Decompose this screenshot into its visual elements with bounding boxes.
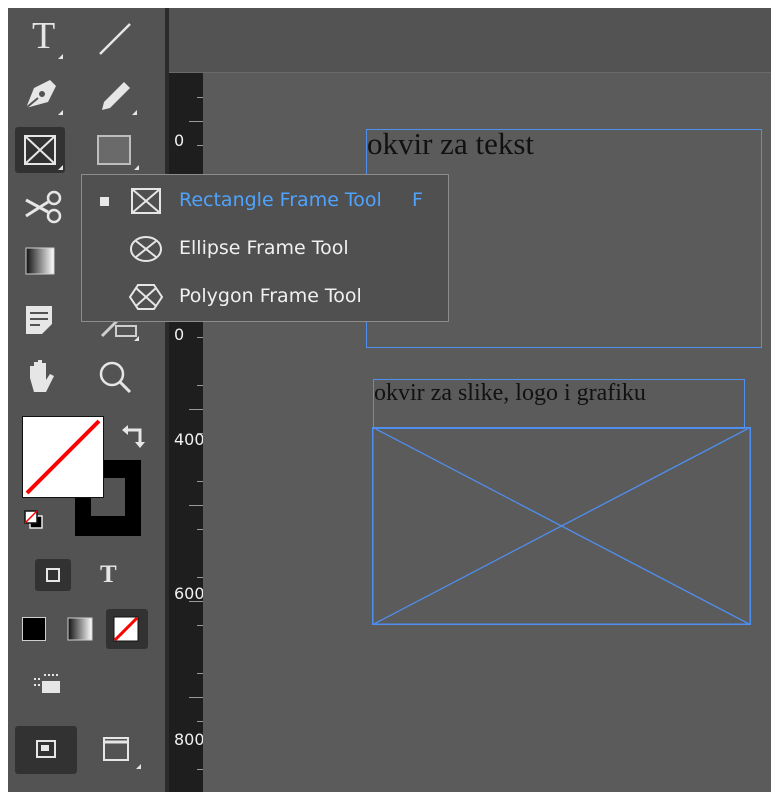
- flyout-item-polygon-frame[interactable]: Polygon Frame Tool: [82, 275, 448, 319]
- submenu-corner-icon: [136, 764, 141, 769]
- zoom-tool-button[interactable]: [92, 354, 142, 400]
- flyout-item-label: Ellipse Frame Tool: [179, 237, 349, 259]
- line-icon: [99, 23, 131, 55]
- ruler-label: 0: [174, 131, 185, 150]
- flyout-item-ellipse-frame[interactable]: Ellipse Frame Tool: [82, 227, 448, 271]
- note-tool-button[interactable]: [18, 298, 68, 344]
- polygon-frame-icon: [128, 284, 164, 310]
- submenu-corner-icon: [134, 336, 139, 341]
- caption-text-frame[interactable]: okvir za slike, logo i grafiku: [373, 379, 745, 429]
- normal-mode-button[interactable]: [32, 671, 64, 699]
- line-tool-button[interactable]: [92, 14, 142, 60]
- flyout-item-shortcut: F: [412, 189, 423, 211]
- ruler-label: 0: [174, 325, 185, 344]
- ruler-label: 600: [174, 584, 205, 603]
- note-icon: [26, 306, 52, 334]
- none-swatch-icon: [113, 616, 139, 642]
- frame-tool-flyout: Rectangle Frame Tool F Ellipse Frame Too…: [81, 174, 449, 322]
- submenu-corner-icon: [58, 165, 63, 170]
- tools-panel: T T: [8, 8, 165, 792]
- type-icon: T: [32, 15, 56, 57]
- hand-icon: [30, 360, 54, 392]
- gradient-tool-button[interactable]: [18, 238, 68, 284]
- graphics-frame[interactable]: [371, 426, 752, 626]
- type-tool-button[interactable]: T: [18, 14, 68, 60]
- empty-graphic-frame-icon: [371, 426, 752, 626]
- swap-arrow-icon: [122, 425, 145, 448]
- submenu-corner-icon: [134, 165, 139, 170]
- apply-color-button[interactable]: [22, 617, 46, 641]
- scissors-tool-button[interactable]: [18, 184, 68, 230]
- flyout-item-label: Rectangle Frame Tool: [179, 189, 382, 211]
- formatting-container-button[interactable]: [35, 559, 71, 591]
- container-icon: [46, 568, 60, 582]
- format-text-icon: T: [100, 561, 117, 588]
- screen-mode-icon: [34, 674, 60, 693]
- apply-gradient-button[interactable]: [67, 617, 93, 641]
- default-fill-stroke-button[interactable]: [22, 508, 46, 532]
- preview-icon: [36, 740, 56, 758]
- indesign-window: T T 0 0 400 600 800 okvir za tekst okvir…: [8, 8, 771, 792]
- rectangle-frame-icon: [131, 188, 161, 214]
- caption-text-content: okvir za slike, logo i grafiku: [374, 380, 646, 406]
- hand-tool-button[interactable]: [18, 354, 68, 400]
- default-colors-icon: [24, 510, 43, 529]
- pencil-tool-button[interactable]: [92, 72, 142, 118]
- flyout-item-label: Polygon Frame Tool: [179, 285, 362, 307]
- submenu-corner-icon: [132, 110, 137, 115]
- fill-swatch[interactable]: [22, 416, 104, 498]
- none-color-icon: [25, 419, 101, 495]
- swap-fill-stroke-button[interactable]: [120, 420, 150, 450]
- pen-tool-button[interactable]: [18, 72, 68, 118]
- magnifier-icon: [99, 361, 132, 394]
- ruler-label: 800: [174, 730, 205, 749]
- ellipse-frame-icon: [130, 236, 162, 262]
- control-bar: [169, 8, 771, 73]
- rectangle-frame-tool-button[interactable]: [15, 127, 65, 173]
- formatting-text-button[interactable]: T: [96, 561, 126, 591]
- scissors-icon: [25, 190, 62, 224]
- flyout-item-rectangle-frame[interactable]: Rectangle Frame Tool F: [82, 179, 448, 223]
- preview-mode-button[interactable]: [15, 726, 77, 774]
- apply-none-button[interactable]: [106, 609, 148, 649]
- screen-mode-button[interactable]: [100, 730, 146, 772]
- current-tool-indicator-icon: [100, 197, 109, 206]
- gradient-icon: [25, 247, 55, 275]
- gradient-swatch-icon: [67, 617, 93, 641]
- rectangle-tool-button[interactable]: [92, 127, 142, 173]
- text-frame-content: okvir za tekst: [367, 126, 535, 161]
- ruler-label: 400: [174, 430, 205, 449]
- submenu-corner-icon: [58, 54, 63, 59]
- submenu-corner-icon: [58, 110, 63, 115]
